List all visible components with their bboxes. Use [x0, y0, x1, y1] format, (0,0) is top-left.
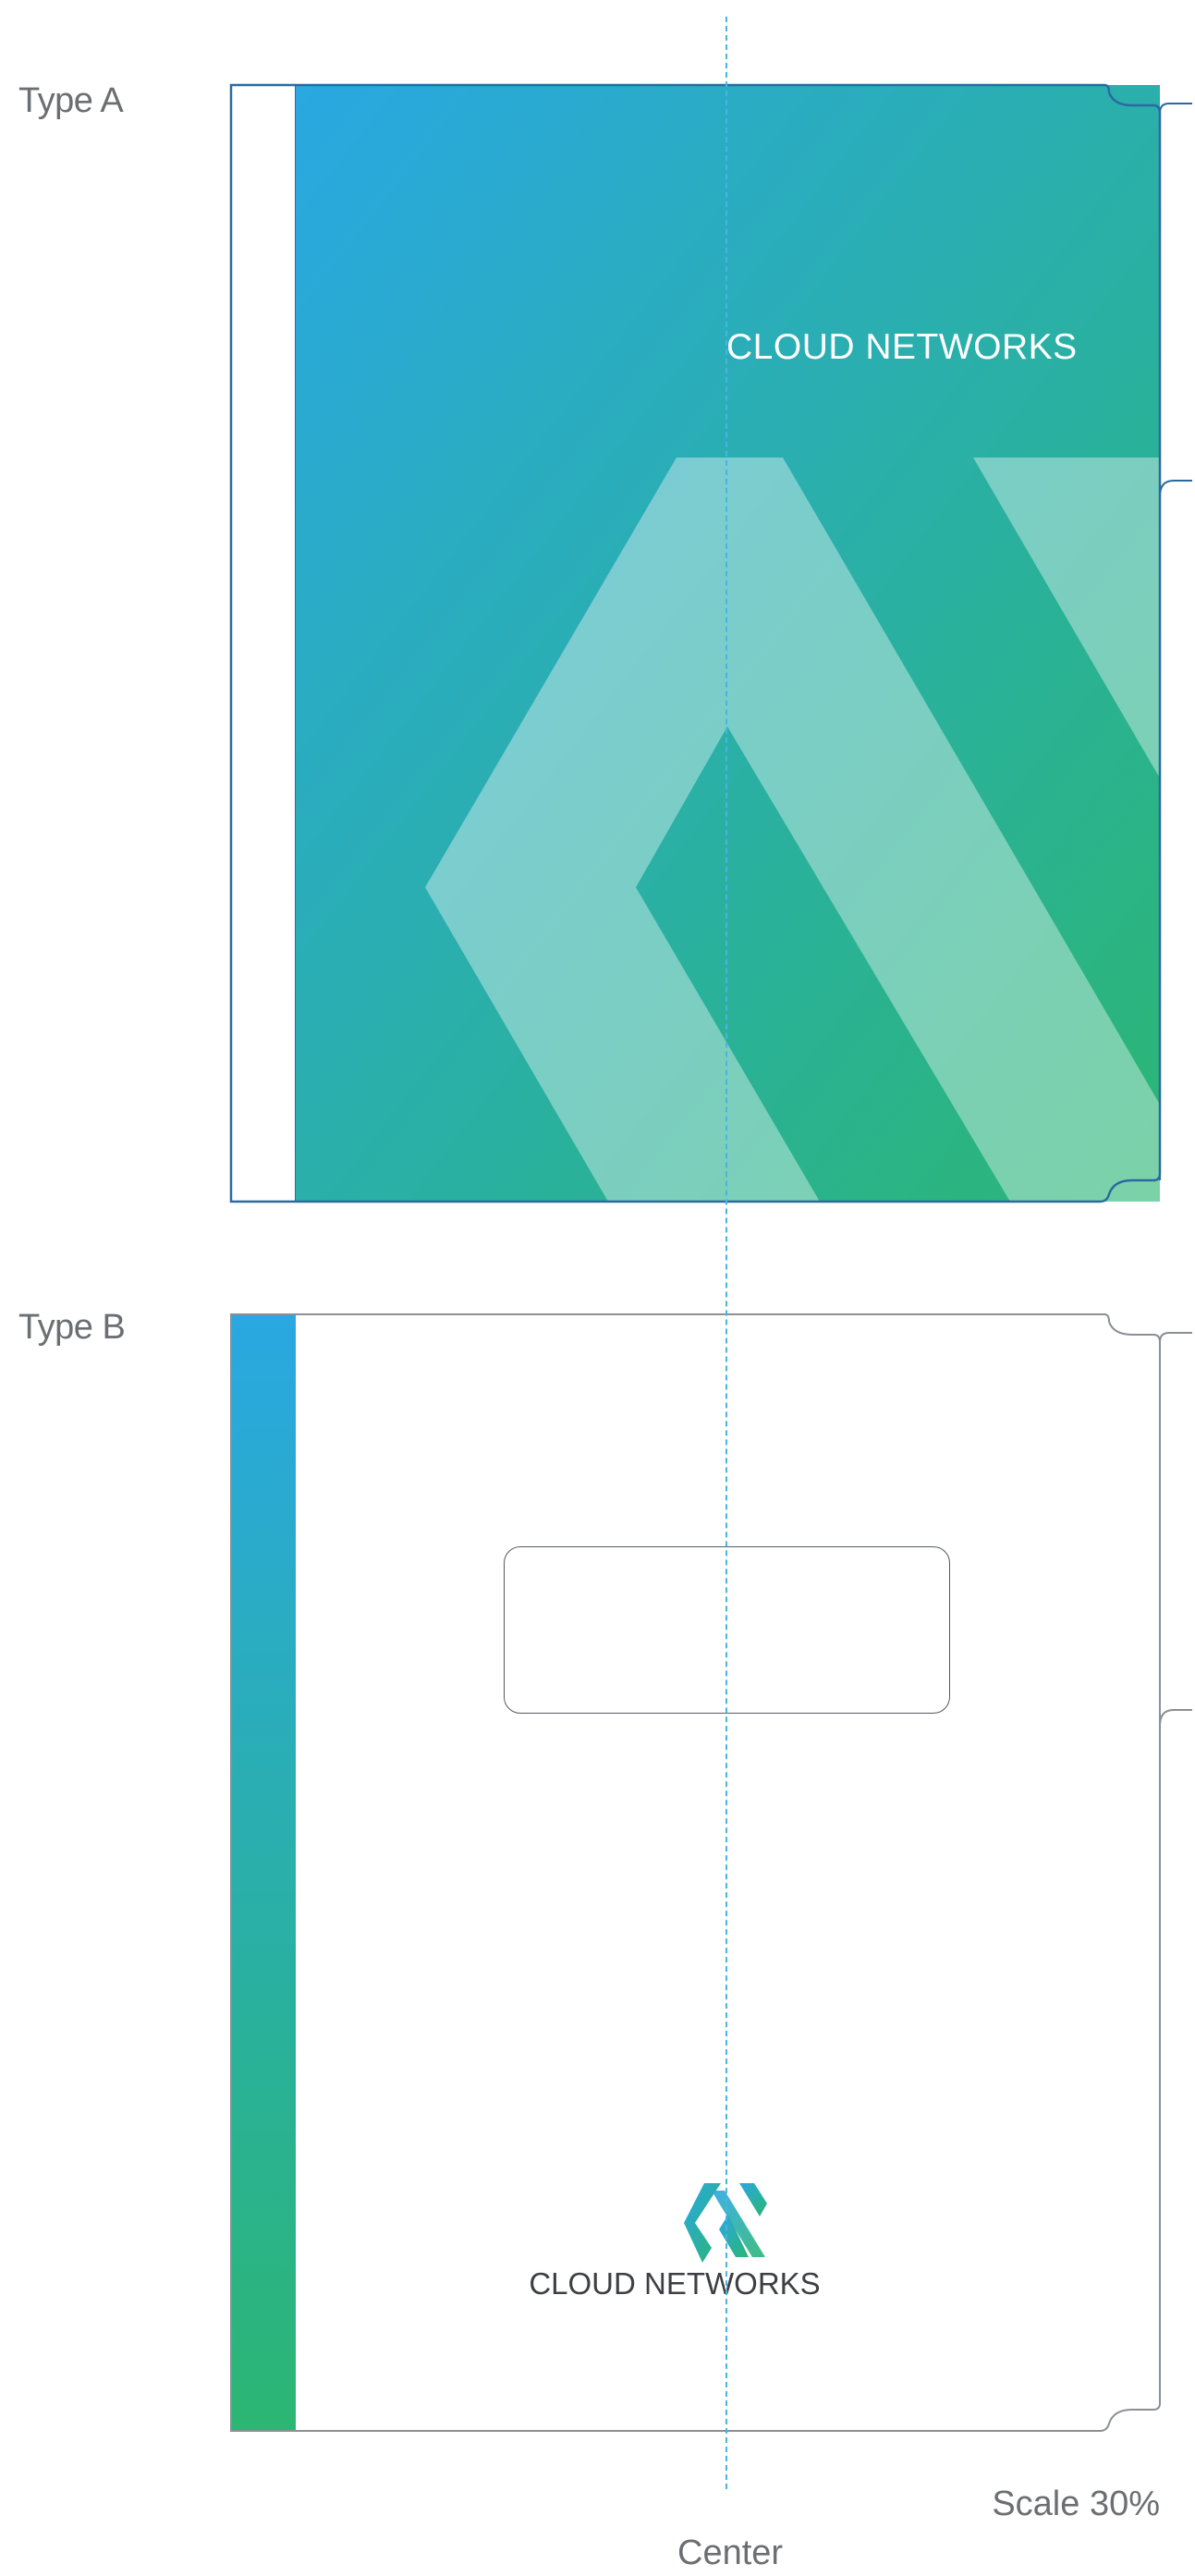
folder-type-a-artwork: [229, 83, 1192, 1203]
center-guide-line: [726, 17, 727, 2489]
type-a-label: Type A: [18, 81, 124, 120]
folder-a-brand-text: CLOUD NETWORKS: [726, 327, 1078, 367]
folder-b-spine: [231, 1314, 296, 2431]
folder-a-spine: [230, 84, 297, 1203]
center-label: Center: [677, 2533, 784, 2572]
scale-label: Scale 30%: [992, 2484, 1160, 2523]
type-b-label: Type B: [18, 1308, 126, 1347]
folder-type-a: CLOUD NETWORKS: [229, 83, 1192, 1203]
folder-type-b: CLOUD NETWORKS: [230, 1313, 1192, 2432]
folder-b-brand-text: CLOUD NETWORKS: [529, 2266, 821, 2301]
